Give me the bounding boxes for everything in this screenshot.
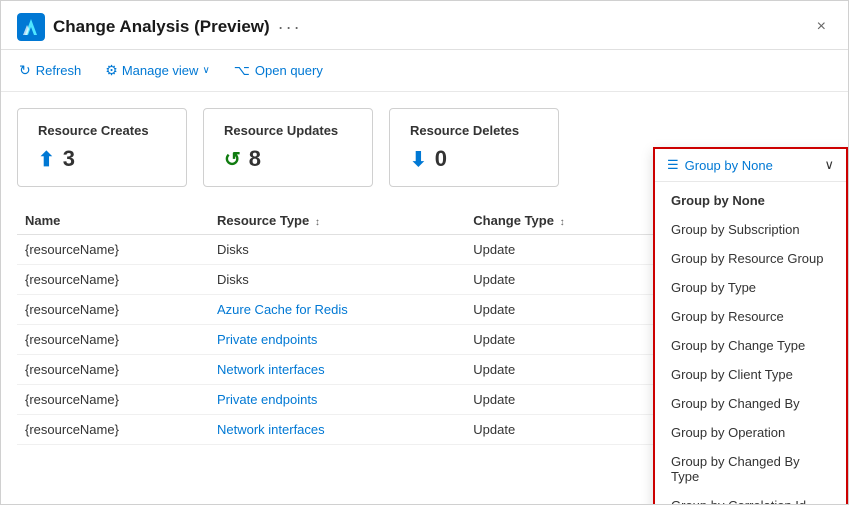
close-button[interactable]: × [811,16,832,38]
title-bar: Change Analysis (Preview) ··· × [1,1,848,50]
col-header-name: Name [17,207,209,235]
col-change-type-label: Change Type [473,213,554,228]
row-name: {resourceName} [17,235,209,265]
deletes-count: 0 [435,146,447,172]
group-by-header-label: Group by None [685,158,773,173]
row-change-type: Update [465,235,652,265]
dropdown-item[interactable]: Group by Operation [655,418,846,447]
row-name: {resourceName} [17,265,209,295]
row-resource-type: Disks [209,265,465,295]
dropdown-item[interactable]: Group by Correlation Id [655,491,846,504]
row-name: {resourceName} [17,325,209,355]
main-window: Change Analysis (Preview) ··· × ↻ Refres… [0,0,849,505]
dropdown-item[interactable]: Group by Changed By [655,389,846,418]
row-change-type: Update [465,385,652,415]
updates-card-value: ↺ 8 [224,146,352,172]
toolbar: ↻ Refresh ⚙ Manage view ∨ ⌥ Open query [1,50,848,92]
creates-card: Resource Creates ⬆ 3 [17,108,187,187]
group-by-header-icon: ☰ [667,157,679,173]
resource-type-link[interactable]: Network interfaces [217,362,325,377]
row-resource-type[interactable]: Network interfaces [209,355,465,385]
updates-card: Resource Updates ↺ 8 [203,108,373,187]
updates-icon: ↺ [224,147,241,172]
row-name: {resourceName} [17,355,209,385]
deletes-icon: ⬇ [410,147,427,172]
row-resource-type[interactable]: Private endpoints [209,325,465,355]
deletes-card-value: ⬇ 0 [410,146,538,172]
dropdown-item[interactable]: Group by Client Type [655,360,846,389]
group-by-header[interactable]: ☰ Group by None ∨ [655,149,846,182]
row-resource-type[interactable]: Private endpoints [209,385,465,415]
dropdown-item[interactable]: Group by Changed By Type [655,447,846,491]
creates-card-value: ⬆ 3 [38,146,166,172]
col-header-resource-type[interactable]: Resource Type ↕ [209,207,465,235]
change-type-sort-icon: ↕ [560,217,565,228]
group-by-chevron: ∨ [824,157,834,173]
manage-view-chevron: ∨ [202,65,209,76]
gear-icon: ⚙ [105,62,118,79]
refresh-label: Refresh [36,63,82,78]
group-by-dropdown: ☰ Group by None ∨ Group by NoneGroup by … [653,147,848,504]
manage-view-button[interactable]: ⚙ Manage view ∨ [103,58,212,83]
title-bar-left: Change Analysis (Preview) ··· [17,13,302,41]
dropdown-item[interactable]: Group by None [655,186,846,215]
creates-card-title: Resource Creates [38,123,166,138]
row-name: {resourceName} [17,415,209,445]
row-resource-type: Disks [209,235,465,265]
updates-card-title: Resource Updates [224,123,352,138]
dropdown-item[interactable]: Group by Type [655,273,846,302]
col-header-change-type[interactable]: Change Type ↕ [465,207,652,235]
row-name: {resourceName} [17,385,209,415]
dropdown-item[interactable]: Group by Change Type [655,331,846,360]
window-title: Change Analysis (Preview) [53,17,270,37]
dropdown-list: Group by NoneGroup by SubscriptionGroup … [655,182,846,504]
open-query-button[interactable]: ⌥ Open query [232,58,325,83]
resource-type-link[interactable]: Private endpoints [217,392,317,407]
group-by-header-left: ☰ Group by None [667,157,773,173]
content-area: Resource Creates ⬆ 3 Resource Updates ↺ … [1,92,848,504]
query-icon: ⌥ [234,62,250,79]
updates-count: 8 [249,146,261,172]
deletes-card: Resource Deletes ⬇ 0 [389,108,559,187]
col-name-label: Name [25,213,60,228]
title-ellipsis[interactable]: ··· [278,17,302,38]
row-change-type: Update [465,355,652,385]
open-query-label: Open query [255,63,323,78]
dropdown-item[interactable]: Group by Resource Group [655,244,846,273]
row-change-type: Update [465,295,652,325]
app-icon [17,13,45,41]
row-change-type: Update [465,415,652,445]
refresh-icon: ↻ [19,62,31,79]
refresh-button[interactable]: ↻ Refresh [17,58,83,83]
row-change-type: Update [465,325,652,355]
row-resource-type[interactable]: Azure Cache for Redis [209,295,465,325]
dropdown-item[interactable]: Group by Subscription [655,215,846,244]
resource-type-link[interactable]: Azure Cache for Redis [217,302,348,317]
row-change-type: Update [465,265,652,295]
resource-type-link[interactable]: Private endpoints [217,332,317,347]
creates-count: 3 [63,146,75,172]
col-resource-type-label: Resource Type [217,213,309,228]
row-resource-type[interactable]: Network interfaces [209,415,465,445]
dropdown-item[interactable]: Group by Resource [655,302,846,331]
resource-type-sort-icon: ↕ [315,217,320,228]
deletes-card-title: Resource Deletes [410,123,538,138]
manage-view-label: Manage view [122,63,199,78]
creates-icon: ⬆ [38,147,55,172]
row-name: {resourceName} [17,295,209,325]
resource-type-link[interactable]: Network interfaces [217,422,325,437]
